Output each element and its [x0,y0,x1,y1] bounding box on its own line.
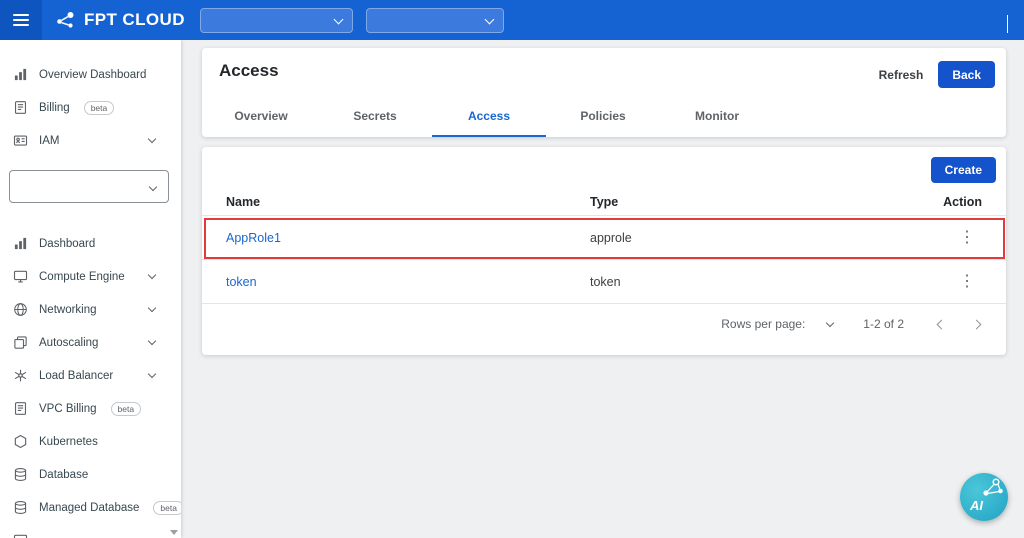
column-header-name: Name [226,195,590,209]
region-dropdown[interactable] [200,8,353,33]
previous-page-button[interactable] [937,319,947,329]
sidebar-item-autoscaling[interactable]: Autoscaling [0,326,181,359]
chevron-down-icon [149,183,157,191]
sidebar-item-label: Database [39,469,88,481]
access-table: Name Type Action AppRole1 approle ⋮ toke… [202,188,1006,344]
sidebar-item-label: Autoscaling [39,337,98,349]
sidebar: Overview Dashboard Billing beta IAM Dash… [0,40,181,538]
sidebar-item-label: VPC Billing [39,403,97,415]
access-table-card: Create Name Type Action AppRole1 approle… [202,147,1006,355]
page-title: Access [219,61,279,81]
column-header-type: Type [590,195,920,209]
chevron-down-icon [148,271,156,279]
tab-monitor[interactable]: Monitor [660,97,774,137]
hub-icon [13,368,28,383]
next-page-button[interactable] [972,319,982,329]
top-navigation-bar: FPT CLOUD [0,0,1024,40]
sidebar-item-networking[interactable]: Networking [0,293,181,326]
chevron-down-icon [1007,15,1008,33]
sidebar-item-iam[interactable]: IAM [0,124,181,157]
hamburger-menu-button[interactable] [0,0,42,40]
ai-assistant-button[interactable]: AI [960,473,1008,521]
layers-icon [13,335,28,350]
table-row-approle1[interactable]: AppRole1 approle ⋮ [202,216,1006,260]
sidebar-item-label: Dashboard [39,238,95,250]
globe-icon [13,302,28,317]
sidebar-item-kubernetes[interactable]: Kubernetes [0,425,181,458]
page-header-card: Access Refresh Back Overview Secrets Acc… [202,48,1006,137]
pagination-range: 1-2 of 2 [863,317,904,331]
chevron-down-icon [148,337,156,345]
receipt-icon [13,100,28,115]
sidebar-item-label: Overview Dashboard [39,69,146,81]
receipt-icon [13,401,28,416]
chevron-down-icon [485,14,495,24]
row-name-link[interactable]: AppRole1 [226,231,590,245]
beta-badge: beta [111,402,142,416]
pagination-bar: Rows per page: 1-2 of 2 [202,304,1006,344]
kebab-menu-icon[interactable]: ⋮ [954,230,980,246]
sidebar-item-billing[interactable]: Billing beta [0,91,181,124]
database-icon [13,467,28,482]
sidebar-item-label: Networking [39,304,97,316]
database-icon [13,500,28,515]
id-card-icon [13,133,28,148]
kebab-menu-icon[interactable]: ⋮ [954,274,980,290]
monitor-icon [13,533,28,538]
chevron-down-icon [148,135,156,143]
column-header-action: Action [943,195,982,209]
tab-policies[interactable]: Policies [546,97,660,137]
sidebar-item-managed-database[interactable]: Managed Database beta [0,491,181,524]
hamburger-icon [13,11,29,29]
row-type-value: approle [590,231,920,245]
tab-bar: Overview Secrets Access Policies Monitor [204,97,774,137]
sidebar-item-database[interactable]: Database [0,458,181,491]
sidebar-item-dashboard[interactable]: Dashboard [0,227,181,260]
refresh-button[interactable]: Refresh [879,68,924,82]
create-button[interactable]: Create [931,157,996,183]
sidebar-item-label: Compute Engine [39,271,125,283]
sidebar-item-overview-dashboard[interactable]: Overview Dashboard [0,58,181,91]
tab-access[interactable]: Access [432,97,546,137]
chevron-down-icon [148,370,156,378]
sidebar-item-load-balancer[interactable]: Load Balancer [0,359,181,392]
project-dropdown[interactable] [366,8,504,33]
tab-secrets[interactable]: Secrets [318,97,432,137]
back-button[interactable]: Back [938,61,995,88]
sidebar-item-label: Billing [39,102,70,114]
molecule-icon [979,476,1005,500]
header-actions: Refresh Back [879,61,995,88]
sidebar-item-partial[interactable] [0,524,181,538]
chevron-down-icon [148,304,156,312]
sidebar-scrollbar-down-arrow[interactable] [170,530,178,535]
sidebar-item-vpc-billing[interactable]: VPC Billing beta [0,392,181,425]
row-type-value: token [590,275,920,289]
fpt-cloud-logo-icon [55,10,77,30]
brand-text: FPT CLOUD [84,10,185,30]
beta-badge: beta [84,101,115,115]
chevron-down-icon [334,14,344,24]
rows-per-page-label: Rows per page: [721,317,805,331]
table-row-token[interactable]: token token ⋮ [202,260,1006,304]
sidebar-item-label: Kubernetes [39,436,98,448]
beta-badge: beta [153,501,181,515]
sidebar-item-label: Managed Database [39,502,139,514]
bar-chart-icon [13,67,28,82]
table-header-row: Name Type Action [202,188,1006,216]
account-menu-button[interactable] [1007,15,1008,33]
monitor-icon [13,269,28,284]
row-name-link[interactable]: token [226,275,590,289]
sidebar-item-label: Load Balancer [39,370,113,382]
hexagon-icon [13,434,28,449]
ai-label: AI [970,498,983,513]
rows-per-page-dropdown[interactable] [826,319,834,327]
brand-logo[interactable]: FPT CLOUD [55,10,185,30]
sidebar-item-compute-engine[interactable]: Compute Engine [0,260,181,293]
project-select[interactable] [9,170,169,203]
sidebar-item-label: IAM [39,135,59,147]
tab-overview[interactable]: Overview [204,97,318,137]
bar-chart-icon [13,236,28,251]
